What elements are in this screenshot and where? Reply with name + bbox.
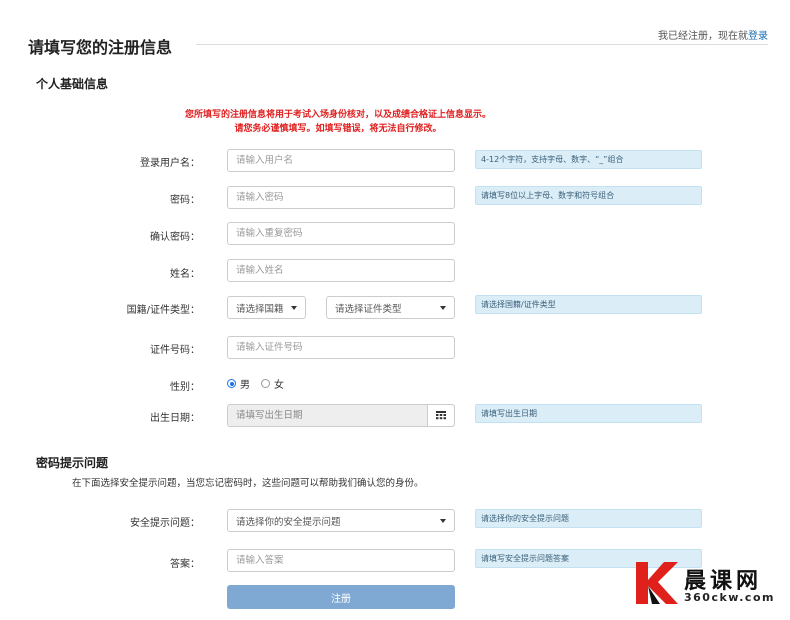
chevron-down-icon xyxy=(440,305,446,310)
gender-label: 性别： xyxy=(170,382,200,393)
notice-line-2: 请您务必谨慎填写。如填写错误，将无法自行修改。 xyxy=(234,124,442,134)
logo-k-icon xyxy=(636,562,678,604)
chevron-down-icon xyxy=(291,305,297,310)
answer-label: 答案： xyxy=(170,559,200,570)
birth-date-label: 出生日期： xyxy=(150,413,200,424)
answer-input[interactable] xyxy=(227,549,455,572)
security-question-select[interactable]: 请选择你的安全提示问题 xyxy=(227,509,455,532)
watermark-logo: 晨课网 360ckw.com xyxy=(632,560,784,610)
confirm-password-label: 确认密码： xyxy=(150,232,200,243)
login-link[interactable]: 登录 xyxy=(748,31,768,42)
username-label: 登录用户名： xyxy=(140,158,200,169)
notice-line-1: 您所填写的注册信息将用于考试入场身份核对，以及成绩合格证上信息显示。 xyxy=(184,110,491,120)
login-hint: 我已经注册，现在就登录 xyxy=(658,27,768,42)
confirm-password-input[interactable] xyxy=(227,222,455,245)
nationality-tip: 请选择国籍/证件类型 xyxy=(475,295,702,314)
password-tip: 请填写8位以上字母、数字和符号组合 xyxy=(475,186,702,205)
gender-female-label: 女 xyxy=(274,380,284,391)
birth-date-input[interactable] xyxy=(228,405,427,426)
login-hint-text: 我已经注册，现在就 xyxy=(658,31,748,42)
gender-male-label: 男 xyxy=(240,380,250,391)
register-button[interactable]: 注册 xyxy=(227,585,455,609)
section-title-security: 密码提示问题 xyxy=(36,456,109,470)
id-number-input[interactable] xyxy=(227,336,455,359)
title-divider xyxy=(196,44,768,45)
security-note: 在下面选择安全提示问题，当您忘记密码时，这些问题可以帮助我们确认您的身份。 xyxy=(72,478,424,489)
calendar-icon[interactable] xyxy=(427,405,454,426)
gender-female-radio[interactable] xyxy=(261,379,270,388)
password-label: 密码： xyxy=(170,195,200,206)
id-number-label: 证件号码： xyxy=(150,345,200,356)
name-label: 姓名： xyxy=(170,269,200,280)
password-input[interactable] xyxy=(227,186,455,209)
security-question-label: 安全提示问题： xyxy=(130,518,200,529)
watermark-url: 360ckw.com xyxy=(684,591,775,604)
nationality-label: 国籍/证件类型： xyxy=(126,305,200,316)
chevron-down-icon xyxy=(440,518,446,523)
gender-option-male[interactable]: 男 xyxy=(227,376,250,391)
page-title: 请填写您的注册信息 xyxy=(28,38,173,57)
birth-date-field xyxy=(227,404,455,427)
id-type-select[interactable]: 请选择证件类型 xyxy=(326,296,455,319)
country-select-value: 请选择国籍 xyxy=(236,303,284,315)
security-question-value: 请选择你的安全提示问题 xyxy=(236,516,341,528)
name-input[interactable] xyxy=(227,259,455,282)
gender-option-female[interactable]: 女 xyxy=(261,376,284,391)
id-type-select-value: 请选择证件类型 xyxy=(335,303,402,315)
username-tip: 4-12个字符，支持字母、数字、“_”组合 xyxy=(475,150,702,169)
birth-date-tip: 请填写出生日期 xyxy=(475,404,702,423)
username-input[interactable] xyxy=(227,149,455,172)
country-select[interactable]: 请选择国籍 xyxy=(227,296,306,319)
gender-radio-group: 男 女 xyxy=(227,376,295,391)
section-title-personal: 个人基础信息 xyxy=(36,77,109,91)
gender-male-radio[interactable] xyxy=(227,379,236,388)
security-question-tip: 请选择你的安全提示问题 xyxy=(475,509,702,528)
